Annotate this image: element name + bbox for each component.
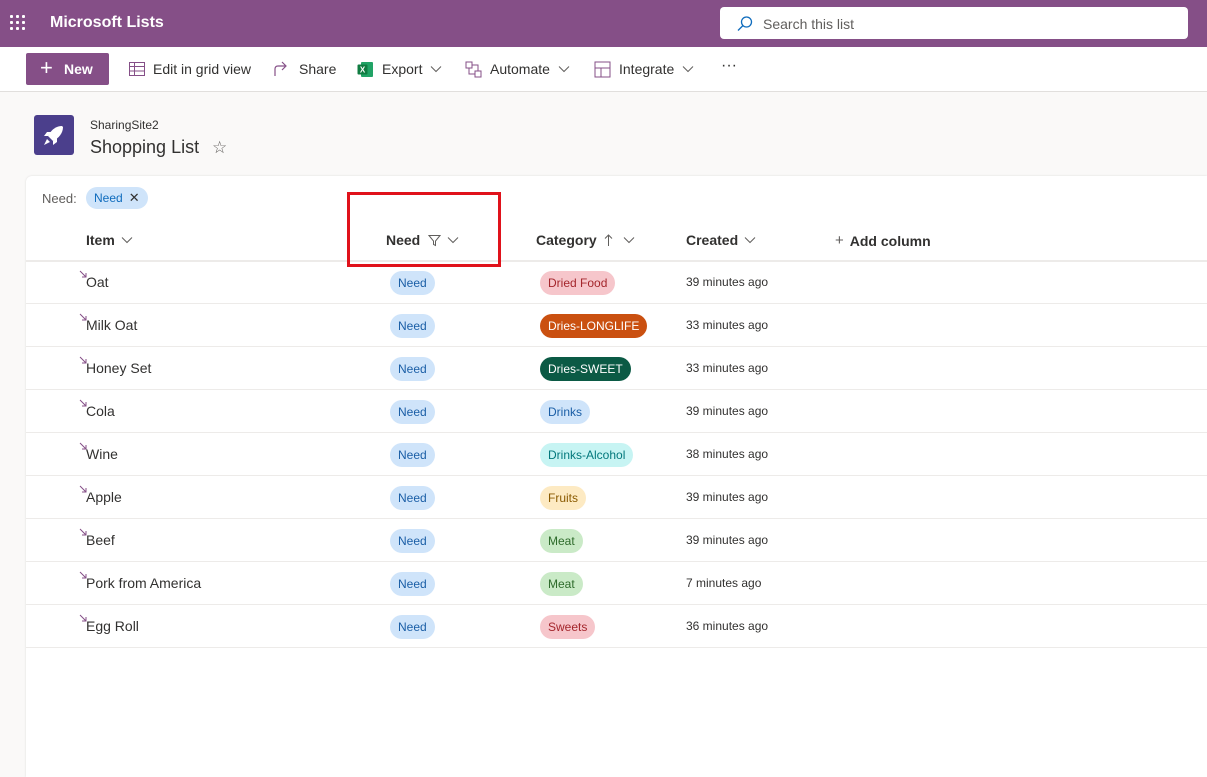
share-label: Share <box>299 61 337 77</box>
automate-button[interactable]: Automate <box>465 59 578 79</box>
chevron-down-icon <box>744 237 756 244</box>
rocket-icon <box>44 126 63 145</box>
column-header-label: Category <box>536 232 597 248</box>
chevron-down-icon <box>121 237 133 244</box>
table-row[interactable]: Milk Oat Need Dries-LONGLIFE 33 minutes ago <box>26 304 1207 347</box>
chevron-down-icon <box>558 66 570 73</box>
more-options-button[interactable]: ··· <box>721 56 737 76</box>
filter-label: Need: <box>42 191 77 206</box>
add-column-label: Add column <box>849 232 931 249</box>
item-title[interactable]: Apple <box>86 489 122 505</box>
edit-grid-view-label: Edit in grid view <box>153 61 252 77</box>
search-icon <box>737 16 753 31</box>
table-row[interactable]: Beef Need Meat 39 minutes ago <box>26 519 1207 562</box>
command-bar: + New Edit in grid view Share X Export A… <box>0 47 1207 92</box>
chevron-down-icon <box>623 237 635 244</box>
category-pill: Drinks-Alcohol <box>540 443 634 467</box>
column-header-item[interactable]: Item <box>86 232 133 248</box>
need-pill: Need <box>390 443 435 467</box>
new-button[interactable]: + New <box>26 53 109 85</box>
new-button-label: New <box>64 61 93 77</box>
close-icon[interactable]: ✕ <box>129 190 140 206</box>
category-pill: Sweets <box>540 615 596 639</box>
item-title[interactable]: Milk Oat <box>86 317 137 333</box>
edit-grid-view-button[interactable]: Edit in grid view <box>129 59 251 79</box>
table-row[interactable]: Pork from America Need Meat 7 minutes ago <box>26 562 1207 605</box>
table-row[interactable]: Apple Need Fruits 39 minutes ago <box>26 476 1207 519</box>
item-title[interactable]: Honey Set <box>86 360 151 376</box>
svg-text:X: X <box>360 65 366 74</box>
item-title[interactable]: Egg Roll <box>86 618 139 634</box>
need-pill: Need <box>390 314 435 338</box>
created-time: 39 minutes ago <box>686 404 769 418</box>
created-time: 39 minutes ago <box>686 275 769 289</box>
item-title[interactable]: Pork from America <box>86 575 201 591</box>
app-title[interactable]: Microsoft Lists <box>50 14 164 32</box>
need-pill: Need <box>390 572 435 596</box>
table-row[interactable]: Wine Need Drinks-Alcohol 38 minutes ago <box>26 433 1207 476</box>
filter-pill[interactable]: Need ✕ <box>86 187 148 209</box>
need-pill: Need <box>390 357 435 381</box>
plus-icon: + <box>835 232 844 249</box>
column-header-label: Created <box>686 232 739 248</box>
need-pill: Need <box>390 529 435 553</box>
need-pill: Need <box>390 615 435 639</box>
plus-icon: + <box>40 55 53 80</box>
item-title[interactable]: Beef <box>86 532 115 548</box>
created-time: 33 minutes ago <box>686 318 769 332</box>
created-time: 39 minutes ago <box>686 490 769 504</box>
chevron-down-icon <box>431 66 442 73</box>
created-time: 36 minutes ago <box>686 619 769 633</box>
automate-label: Automate <box>490 61 550 77</box>
table-row[interactable]: Cola Need Drinks 39 minutes ago <box>26 390 1207 433</box>
filter-pill-label: Need <box>94 191 123 205</box>
add-column-button[interactable]: + Add column <box>835 232 931 249</box>
item-title[interactable]: Wine <box>86 446 118 462</box>
category-pill: Dried Food <box>540 271 616 295</box>
highlight-box <box>347 192 501 267</box>
search-input[interactable]: Search this list <box>763 16 854 32</box>
category-pill: Meat <box>540 529 583 553</box>
grid-icon <box>129 62 145 76</box>
column-header-label: Item <box>86 232 115 248</box>
export-button[interactable]: X Export <box>357 59 450 79</box>
created-time: 38 minutes ago <box>686 447 769 461</box>
list-panel: Need: Need ✕ Item Need Category Created … <box>26 176 1207 777</box>
need-pill: Need <box>390 271 435 295</box>
site-logo[interactable] <box>34 115 74 155</box>
created-time: 39 minutes ago <box>686 533 769 547</box>
table-row[interactable]: Honey Set Need Dries-SWEET 33 minutes ago <box>26 347 1207 390</box>
column-header-category[interactable]: Category <box>536 232 635 248</box>
site-name[interactable]: SharingSite2 <box>90 118 159 132</box>
created-time: 7 minutes ago <box>686 576 762 590</box>
excel-icon: X <box>357 61 373 77</box>
export-label: Export <box>382 61 423 77</box>
table-row[interactable]: Oat Need Dried Food 39 minutes ago <box>26 261 1207 304</box>
list-title: Shopping List <box>90 137 200 157</box>
item-title[interactable]: Cola <box>86 403 115 419</box>
share-button[interactable]: Share <box>274 59 336 79</box>
category-pill: Fruits <box>540 486 586 510</box>
suite-bar: Microsoft Lists Search this list <box>0 0 1207 47</box>
integrate-icon <box>594 61 611 77</box>
category-pill: Dries-LONGLIFE <box>540 314 648 338</box>
category-pill: Drinks <box>540 400 591 424</box>
category-pill: Dries-SWEET <box>540 357 631 381</box>
integrate-label: Integrate <box>619 61 675 77</box>
sort-ascending-icon <box>604 233 613 246</box>
item-title[interactable]: Oat <box>86 274 109 290</box>
share-icon <box>274 61 287 76</box>
need-pill: Need <box>390 400 435 424</box>
automate-icon <box>465 61 482 77</box>
app-launcher-icon[interactable] <box>10 15 26 31</box>
search-box[interactable]: Search this list <box>720 7 1188 39</box>
favorite-star-icon[interactable]: ☆ <box>212 138 227 158</box>
column-header-created[interactable]: Created <box>686 232 756 248</box>
created-time: 33 minutes ago <box>686 361 769 375</box>
integrate-button[interactable]: Integrate <box>594 59 702 79</box>
need-pill: Need <box>390 486 435 510</box>
chevron-down-icon <box>682 66 694 73</box>
table-row[interactable]: Egg Roll Need Sweets 36 minutes ago <box>26 605 1207 648</box>
category-pill: Meat <box>540 572 583 596</box>
